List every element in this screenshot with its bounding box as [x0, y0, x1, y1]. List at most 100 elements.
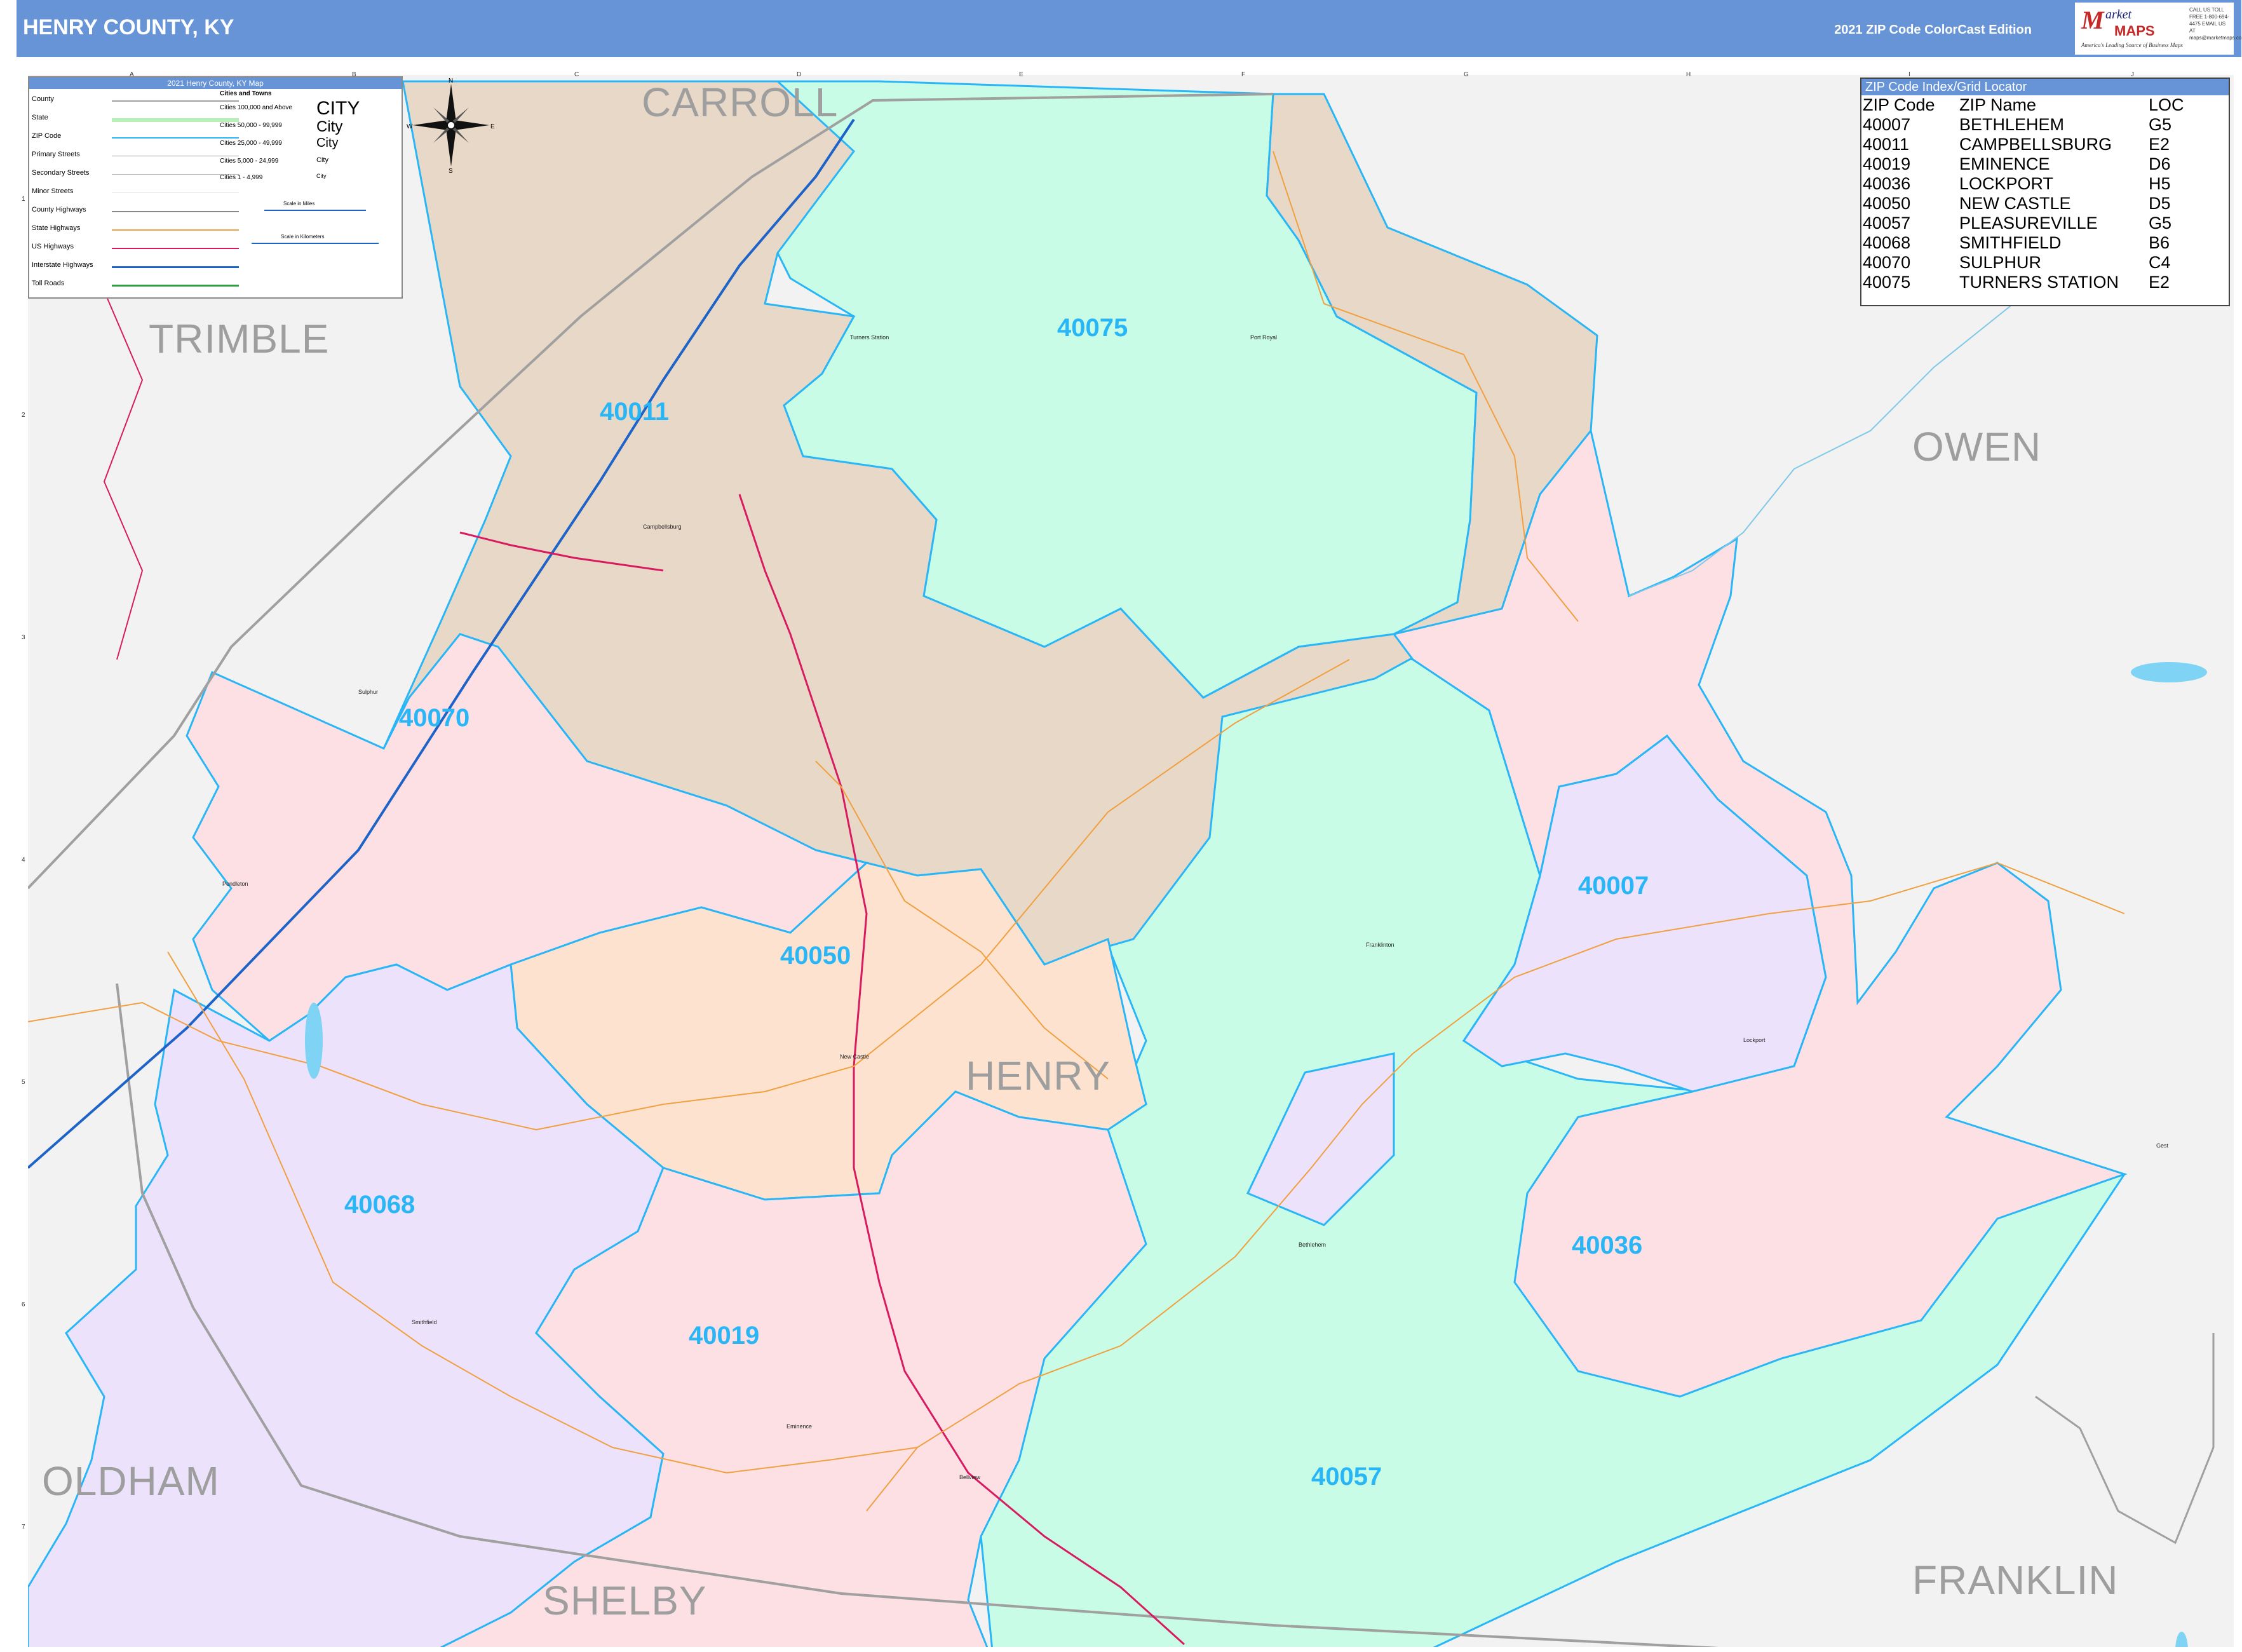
zip-label-40075[interactable]: 40075 — [1057, 314, 1128, 342]
zip-index-row[interactable]: 40036 LOCKPORT H5 — [1863, 174, 2184, 194]
logo-tagline: America's Leading Source of Business Map… — [2081, 42, 2183, 48]
zip-label-40057[interactable]: 40057 — [1311, 1463, 1382, 1491]
compass-n: N — [449, 78, 453, 85]
zip-index-row[interactable]: 40007 BETHLEHEM G5 — [1863, 115, 2184, 135]
town-label-new-castle: New Castle — [840, 1053, 870, 1060]
zip-index-row[interactable]: 40068 SMITHFIELD B6 — [1863, 233, 2184, 253]
zip-index-zip: 40019 — [1863, 154, 1911, 173]
legend-swatch-us-hwy — [112, 248, 239, 249]
legend-swatch-zip — [112, 137, 239, 139]
edition-label: 2021 ZIP Code ColorCast Edition — [1834, 23, 2032, 37]
zip-label-40011[interactable]: 40011 — [600, 398, 669, 426]
zip-index-loc: E2 — [2149, 273, 2170, 292]
zip-index-zip: 40007 — [1863, 115, 1911, 134]
lake-elmer-davis — [2131, 662, 2207, 682]
zip-index-loc: G5 — [2149, 115, 2172, 134]
legend-swatch-toll — [112, 285, 239, 287]
zip-index-header-row: ZIP Code ZIP Name LOC — [1863, 95, 2184, 115]
legend-town-sample-1: CITY — [316, 98, 360, 119]
town-label-sulphur: Sulphur — [358, 689, 379, 695]
legend-town-row-2: Cities 50,000 - 99,999 — [220, 122, 282, 129]
map-canvas — [28, 75, 2234, 1647]
grid-row-5: 5 — [22, 1079, 25, 1086]
county-label-shelby: SHELBY — [543, 1578, 707, 1623]
zip-index-loc: D5 — [2149, 194, 2171, 213]
zip-index-name: CAMPBELLSBURG — [1959, 135, 2112, 154]
zip-label-40070[interactable]: 40070 — [399, 704, 469, 733]
zip-index-loc: C4 — [2149, 253, 2171, 272]
zip-index-zip: 40057 — [1863, 213, 1911, 233]
map-area[interactable]: A B C D E F G H I J 1 2 3 4 5 6 7 CARROL… — [22, 71, 2234, 1647]
town-label-smithfield: Smithfield — [412, 1319, 437, 1325]
logo-contact: CALL US TOLL FREE 1-800-694-4475 EMAIL U… — [2189, 7, 2242, 41]
legend-town-sample-3: City — [316, 136, 339, 150]
zip-index-name: LOCKPORT — [1959, 174, 2054, 193]
town-label-pendleton: Pendleton — [222, 881, 248, 887]
zip-index-zip: 40068 — [1863, 233, 1911, 252]
zip-index-zip: 40050 — [1863, 194, 1911, 213]
zip-index-row[interactable]: 40011 CAMPBELLSBURG E2 — [1863, 135, 2184, 154]
zip-label-40068[interactable]: 40068 — [344, 1191, 415, 1219]
legend-town-row-3: Cities 25,000 - 49,999 — [220, 140, 282, 147]
grid-row-1: 1 — [22, 196, 25, 203]
legend-row-toll: Toll Roads — [32, 280, 65, 287]
zip-label-40019[interactable]: 40019 — [689, 1322, 759, 1350]
legend-town-row-1: Cities 100,000 and Above — [220, 104, 292, 111]
legend-row-us-hwy: US Highways — [32, 243, 74, 250]
legend-town-row-5: Cities 1 - 4,999 — [220, 174, 263, 181]
legend-row-interstate: Interstate Highways — [32, 261, 93, 269]
zip-index-name: BETHLEHEM — [1959, 115, 2065, 134]
zip-index-row[interactable]: 40050 NEW CASTLE D5 — [1863, 194, 2184, 213]
county-label-franklin: FRANKLIN — [1912, 1557, 2119, 1603]
legend-scale-miles: Scale in Miles — [283, 201, 315, 207]
zip-index-row[interactable]: 40019 EMINENCE D6 — [1863, 154, 2184, 174]
legend-swatch-state-hwy — [112, 229, 239, 231]
zip-index-loc: E2 — [2149, 135, 2170, 154]
zip-index-name: PLEASUREVILLE — [1959, 213, 2098, 233]
market-maps-logo[interactable]: M arket MAPS America's Leading Source of… — [2075, 3, 2242, 55]
legend-row-county: County — [32, 95, 54, 103]
zip-label-40050[interactable]: 40050 — [780, 942, 851, 970]
logo-bottom-text: MAPS — [2114, 23, 2155, 39]
town-label-campbellsburg: Campbellsburg — [643, 524, 682, 530]
legend-swatch-county — [112, 100, 239, 102]
zip-index-name: EMINENCE — [1959, 154, 2050, 173]
zip-index-loc: H5 — [2149, 174, 2171, 193]
zip-index-header-loc: LOC — [2149, 95, 2184, 114]
legend-towns-header: Cities and Towns — [220, 90, 272, 97]
legend-row-primary: Primary Streets — [32, 151, 80, 158]
legend-scale-km: Scale in Kilometers — [281, 234, 325, 240]
zip-index-row[interactable]: 40075 TURNERS STATION E2 — [1863, 273, 2184, 292]
grid-col-e: E — [1019, 71, 1023, 78]
header-bar: HENRY COUNTY, KY 2021 ZIP Code ColorCast… — [17, 0, 2242, 57]
grid-col-g: G — [1464, 71, 1469, 78]
zip-index-zip: 40036 — [1863, 174, 1911, 193]
town-label-gest: Gest — [2156, 1142, 2169, 1149]
zip-index-table: ZIP Code Index/Grid Locator ZIP Code ZIP… — [1860, 78, 2230, 306]
grid-col-f: F — [1241, 71, 1246, 78]
grid-row-6: 6 — [22, 1301, 25, 1308]
logo-letter: M — [2081, 6, 2104, 34]
grid-col-c: C — [574, 71, 579, 78]
zip-index-zip: 40075 — [1863, 273, 1911, 292]
zip-index-header-name: ZIP Name — [1959, 95, 2037, 114]
grid-row-4: 4 — [22, 856, 25, 863]
zip-index-row[interactable]: 40070 SULPHUR C4 — [1863, 253, 2184, 273]
town-label-bellview: Bellview — [959, 1474, 981, 1480]
zip-label-40036[interactable]: 40036 — [1572, 1231, 1642, 1260]
legend-scale-miles-bar — [264, 210, 366, 211]
compass-rose-icon: N S E W — [407, 78, 495, 173]
legend-town-row-4: Cities 5,000 - 24,999 — [220, 158, 279, 165]
zip-label-40007[interactable]: 40007 — [1578, 872, 1649, 900]
legend-swatch-county-hwy — [112, 211, 239, 212]
county-label-owen: OWEN — [1912, 424, 2042, 470]
town-label-eminence: Eminence — [787, 1423, 813, 1430]
zip-index-row[interactable]: 40057 PLEASUREVILLE G5 — [1863, 213, 2184, 233]
lake-jericho — [305, 1003, 323, 1079]
legend-town-sample-4: City — [316, 156, 328, 164]
zip-index-name: TURNERS STATION — [1959, 273, 2119, 292]
map-legend: 2021 Henry County, KY Map County State Z… — [28, 76, 403, 299]
zip-index-loc: B6 — [2149, 233, 2170, 252]
grid-row-2: 2 — [22, 412, 25, 419]
zip-index-name: SMITHFIELD — [1959, 233, 2062, 252]
